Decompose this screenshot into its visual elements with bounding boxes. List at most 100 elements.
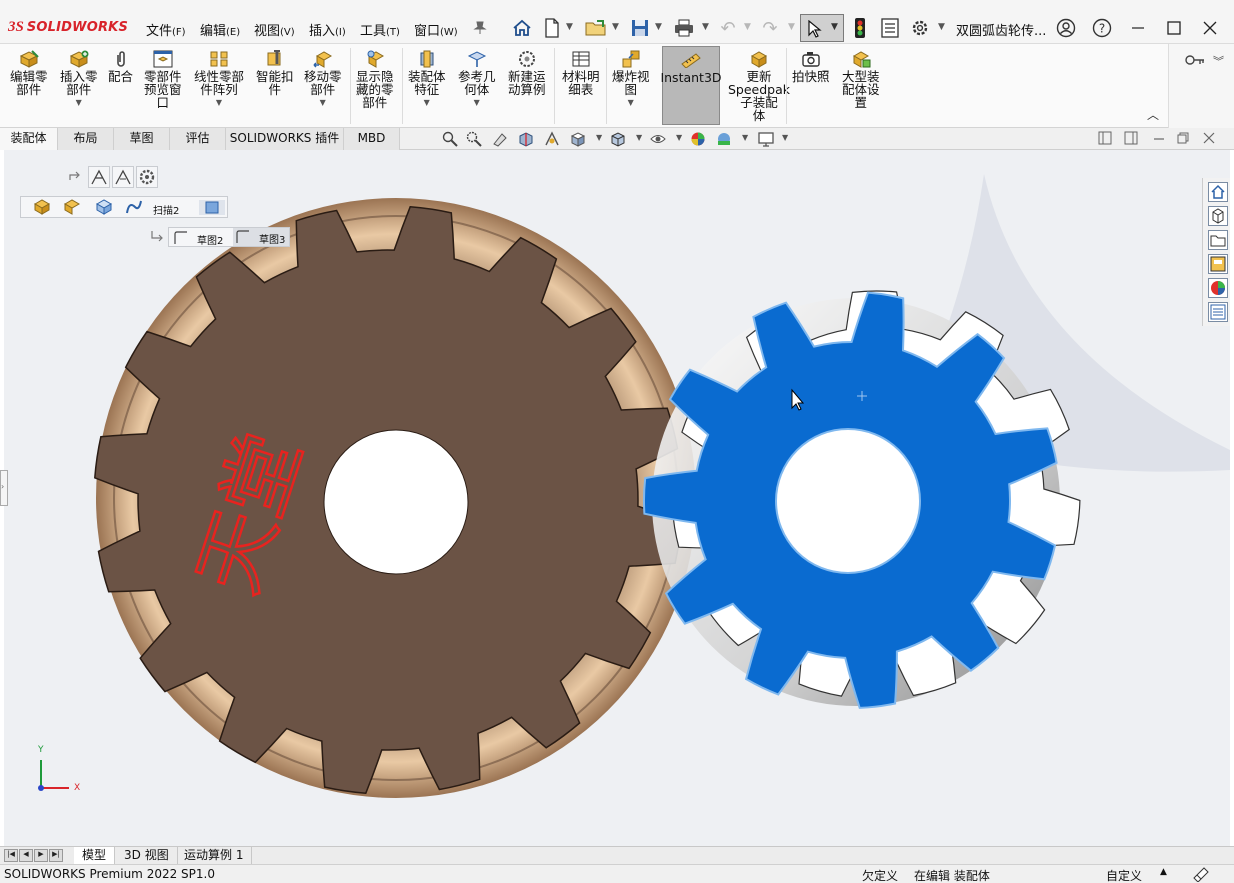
select-dropdown-icon[interactable]: ▼ [831, 22, 838, 32]
view-orientation-icon[interactable] [570, 131, 588, 149]
save-dropdown-icon[interactable]: ▼ [655, 22, 662, 32]
scroll-first-icon[interactable]: |◀ [4, 849, 18, 862]
instant3d-button[interactable]: Instant3D [660, 46, 722, 125]
subassembly-breadcrumb-icon[interactable] [63, 199, 81, 218]
component-properties-icon[interactable] [136, 166, 158, 188]
options-gear-icon[interactable] [908, 16, 932, 40]
tab-assembly[interactable]: 装配体 [0, 128, 58, 150]
move-component-dropdown-icon[interactable]: ▼ [320, 96, 326, 109]
file-explorer-icon[interactable] [1208, 230, 1228, 250]
new-motion-study-button[interactable]: 新建运 动算例 [508, 50, 546, 96]
file-properties-icon[interactable] [878, 16, 902, 40]
menu-view[interactable]: 视图(V) [254, 20, 295, 39]
redo-icon[interactable]: ↷ [758, 16, 782, 40]
zoom-to-fit-icon[interactable] [442, 131, 460, 149]
part-breadcrumb-icon[interactable] [95, 199, 113, 218]
reference-geometry-dropdown-icon[interactable]: ▼ [474, 96, 480, 109]
scroll-last-icon[interactable]: ▶| [49, 849, 63, 862]
linear-pattern-dropdown-icon[interactable]: ▼ [216, 96, 222, 109]
view-settings-icon[interactable] [758, 131, 776, 149]
hide-show-items-icon[interactable] [650, 131, 668, 149]
exploded-view-dropdown-icon[interactable]: ▼ [628, 96, 634, 109]
collapse-ribbon-icon[interactable]: ︿ [1147, 106, 1159, 123]
user-account-icon[interactable] [1052, 14, 1080, 42]
options-dropdown-icon[interactable]: ▼ [938, 22, 945, 32]
mate-button[interactable]: 配合 [108, 50, 133, 83]
view-settings-dropdown-icon[interactable]: ▼ [782, 133, 788, 142]
appearances-icon[interactable] [1208, 278, 1228, 298]
display-style-icon[interactable] [610, 131, 628, 149]
assembly-features-button[interactable]: 装配体 特征 ▼ [408, 50, 446, 109]
print-dropdown-icon[interactable]: ▼ [702, 22, 709, 32]
tab-sketch[interactable]: 草图 [114, 128, 170, 150]
open-folder-icon[interactable] [584, 16, 608, 40]
traffic-light-icon[interactable] [848, 16, 872, 40]
tab-motion-study-1[interactable]: 运动算例 1 [176, 847, 253, 864]
view-palette-icon[interactable] [1208, 254, 1228, 274]
solidworks-resources-icon[interactable] [1208, 182, 1228, 202]
menu-edit[interactable]: 编辑(E) [200, 20, 240, 39]
move-component-button[interactable]: 移动零 部件 ▼ [304, 50, 342, 109]
zoom-area-icon[interactable] [466, 131, 484, 149]
units-selector[interactable]: 自定义 [1106, 867, 1142, 883]
doc-restore-icon[interactable] [1176, 131, 1190, 148]
feature-manager-toggle[interactable]: › [0, 470, 8, 506]
sketch-tool-icon[interactable] [88, 166, 110, 188]
side-panel-dropdown-icon[interactable]: ︾ [1213, 53, 1224, 69]
smart-fasteners-button[interactable]: 智能扣 件 [256, 50, 294, 96]
help-icon[interactable]: ? [1088, 14, 1116, 42]
undo-icon[interactable]: ↶ [716, 16, 740, 40]
hide-show-dropdown-icon[interactable]: ▼ [676, 133, 682, 142]
linear-pattern-button[interactable]: 线性零部 件阵列 ▼ [194, 50, 244, 109]
sketch2-label[interactable]: 草图2 [197, 232, 223, 247]
tab-model[interactable]: 模型 [74, 847, 116, 864]
tab-layout[interactable]: 布局 [58, 128, 114, 150]
sketch3-item[interactable]: 草图3 [233, 228, 289, 246]
open-dropdown-icon[interactable]: ▼ [612, 22, 619, 32]
sketch-icon[interactable] [173, 230, 189, 249]
menu-window[interactable]: 窗口(W) [414, 20, 458, 39]
assembly-features-dropdown-icon[interactable]: ▼ [424, 96, 430, 109]
design-library-icon[interactable] [1208, 206, 1228, 226]
undo-dropdown-icon[interactable]: ▼ [744, 22, 751, 32]
exploded-view-button[interactable]: 爆炸视 图 ▼ [612, 50, 650, 109]
solidworks-logo[interactable]: 3S SOLIDWORKS [8, 17, 128, 37]
take-snapshot-button[interactable]: 拍快照 [792, 50, 830, 83]
menu-tools[interactable]: 工具(T) [360, 20, 400, 39]
custom-properties-icon[interactable] [1208, 302, 1228, 322]
units-dropdown-icon[interactable]: ▲ [1160, 867, 1167, 877]
doc-minimize-icon[interactable] [1152, 131, 1166, 148]
breadcrumb-back-icon[interactable] [68, 170, 82, 187]
bill-of-materials-button[interactable]: 材料明 细表 [562, 50, 600, 96]
redo-dropdown-icon[interactable]: ▼ [788, 22, 795, 32]
component-preview-button[interactable]: 零部件 预览窗 口 [144, 50, 182, 109]
large-gear[interactable]: 天堂 [94, 198, 696, 798]
scroll-prev-icon[interactable]: ◀ [19, 849, 33, 862]
apply-scene-dropdown-icon[interactable]: ▼ [742, 133, 748, 142]
tab-mbd[interactable]: MBD [344, 128, 400, 150]
edit-component-button[interactable]: 编辑零 部件 [10, 50, 48, 96]
show-hidden-components-button[interactable]: 显示隐 藏的零 部件 [356, 50, 394, 109]
print-icon[interactable] [672, 16, 696, 40]
panel-left-icon[interactable] [1098, 131, 1112, 148]
display-style-dropdown-icon[interactable]: ▼ [636, 133, 642, 142]
minimize-icon[interactable] [1124, 14, 1152, 42]
new-document-icon[interactable] [540, 16, 564, 40]
previous-view-icon[interactable] [492, 131, 510, 149]
menu-file[interactable]: 文件(F) [146, 20, 186, 39]
update-speedpak-button[interactable]: 更新 Speedpak 子装配 体 [728, 50, 790, 122]
panel-right-icon[interactable] [1124, 131, 1138, 148]
reference-geometry-button[interactable]: 参考几 何体 ▼ [458, 50, 496, 109]
tab-evaluate[interactable]: 评估 [170, 128, 226, 150]
large-assembly-settings-button[interactable]: 大型装 配体设 置 [842, 50, 880, 109]
graphics-area[interactable]: 天堂 Y X [4, 150, 1230, 846]
section-view-icon[interactable] [518, 131, 536, 149]
view-orientation-dropdown-icon[interactable]: ▼ [596, 133, 602, 142]
tab-3d-view[interactable]: 3D 视图 [116, 847, 178, 864]
edit-appearance-icon[interactable] [690, 131, 708, 149]
key-icon[interactable] [1185, 54, 1205, 69]
new-dropdown-icon[interactable]: ▼ [566, 22, 573, 32]
select-tool-button[interactable]: ▼ [800, 14, 844, 42]
doc-close-icon[interactable] [1202, 131, 1216, 148]
insert-component-dropdown-icon[interactable]: ▼ [76, 96, 82, 109]
